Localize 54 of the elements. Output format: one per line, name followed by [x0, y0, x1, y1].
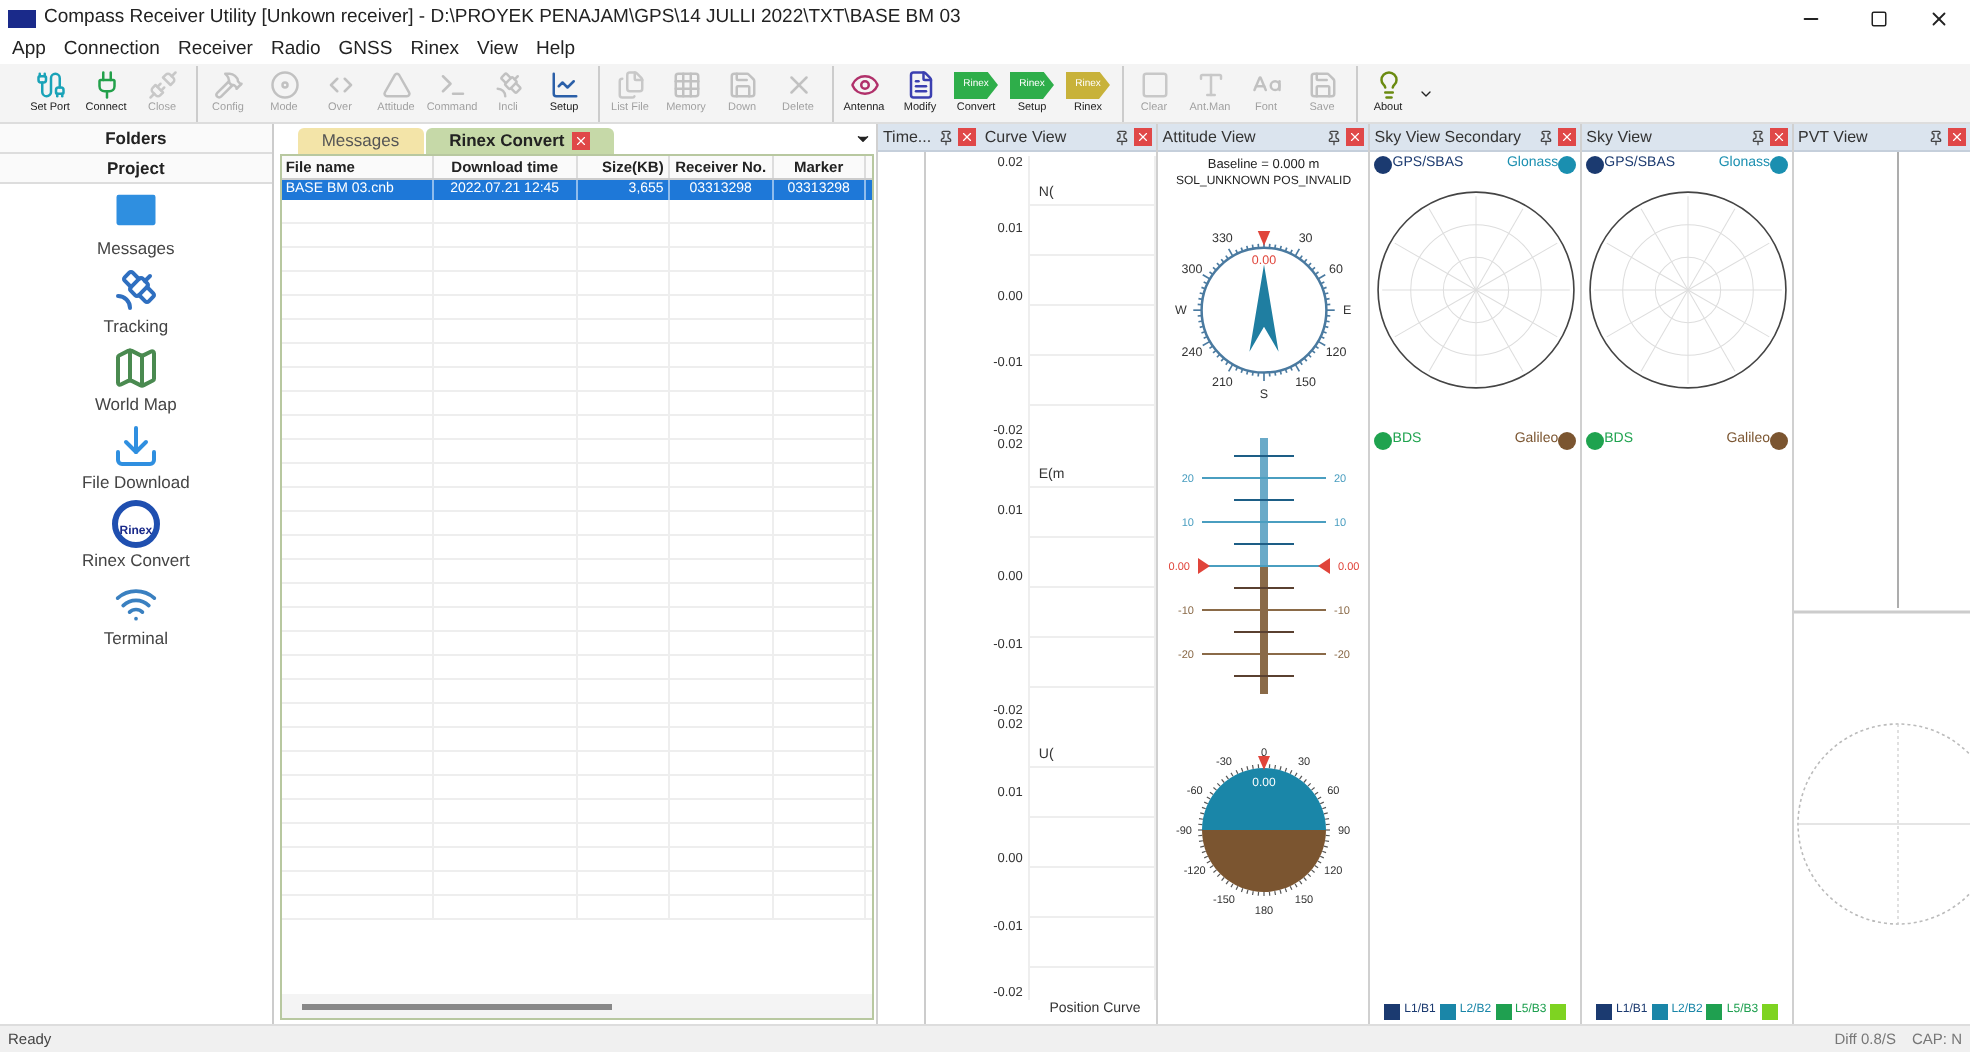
app-icon — [8, 9, 36, 27]
eye-icon — [849, 70, 879, 100]
menu-item[interactable]: Radio — [270, 35, 321, 65]
sidebar-item[interactable]: Terminal — [103, 574, 168, 652]
document-icon — [905, 70, 935, 100]
panel-title: Time... — [882, 125, 934, 149]
menu-item[interactable]: GNSS — [338, 35, 393, 65]
menu-item[interactable]: Receiver — [177, 35, 253, 65]
sidebar-header[interactable]: Folders — [0, 124, 272, 154]
close-icon[interactable] — [1928, 7, 1950, 29]
pin-icon[interactable] — [1326, 129, 1343, 145]
panel-title: Attitude View — [1162, 125, 1258, 149]
menu-item[interactable]: Help — [535, 35, 575, 65]
unplug-icon — [147, 70, 177, 100]
pin-icon[interactable] — [938, 129, 955, 145]
menu-item[interactable]: Connection — [63, 35, 160, 65]
grid-icon — [671, 70, 701, 100]
panel-title: Curve View — [984, 125, 1069, 149]
roll-marker-icon — [1257, 756, 1270, 770]
sidebar-item[interactable]: Messages — [97, 184, 175, 262]
menu-item[interactable]: Rinex — [410, 35, 460, 65]
sidebar-header[interactable]: Project — [0, 154, 272, 184]
terminal-icon — [437, 70, 467, 100]
menu-item[interactable]: View — [477, 35, 518, 65]
chart-icon — [549, 70, 579, 100]
menu-item[interactable]: App — [12, 35, 46, 65]
tab-list-icon[interactable] — [854, 130, 873, 148]
pin-icon[interactable] — [1928, 129, 1944, 145]
cable-icon — [35, 70, 65, 100]
maximize-icon[interactable] — [1870, 9, 1888, 27]
triangle-icon — [381, 70, 411, 100]
tab[interactable]: Messages — [297, 128, 424, 154]
panel-title: PVT View — [1798, 125, 1870, 149]
heading-marker-icon — [1257, 231, 1270, 246]
tab[interactable]: Rinex Convert — [425, 128, 615, 154]
text-icon — [1195, 70, 1225, 100]
sidebar-item[interactable]: Tracking — [103, 262, 169, 340]
panel-title: Sky View — [1586, 125, 1654, 149]
map-icon — [111, 344, 160, 393]
pin-icon[interactable] — [1114, 129, 1131, 145]
satellite-icon — [111, 266, 160, 315]
files-icon — [615, 70, 645, 100]
square-icon — [1139, 70, 1169, 100]
hammer-icon — [213, 70, 243, 100]
panel-title: Sky View Secondary — [1374, 125, 1524, 149]
satellite-icon — [493, 70, 523, 100]
pin-icon[interactable] — [1750, 129, 1766, 145]
download-icon — [111, 422, 160, 471]
window-title: Compass Receiver Utility [Unkown receiver] - D:\PROYEK PENAJAM\GPS\14 JULLI 2022\TXT\BASE BM 03 — [44, 3, 963, 32]
disc-icon — [269, 70, 299, 100]
scrollbar-thumb[interactable] — [301, 1003, 612, 1009]
pin-icon[interactable] — [1538, 129, 1555, 145]
sidebar-item[interactable]: World Map — [94, 340, 177, 418]
sidebar-item[interactable]: File Download — [81, 418, 190, 496]
